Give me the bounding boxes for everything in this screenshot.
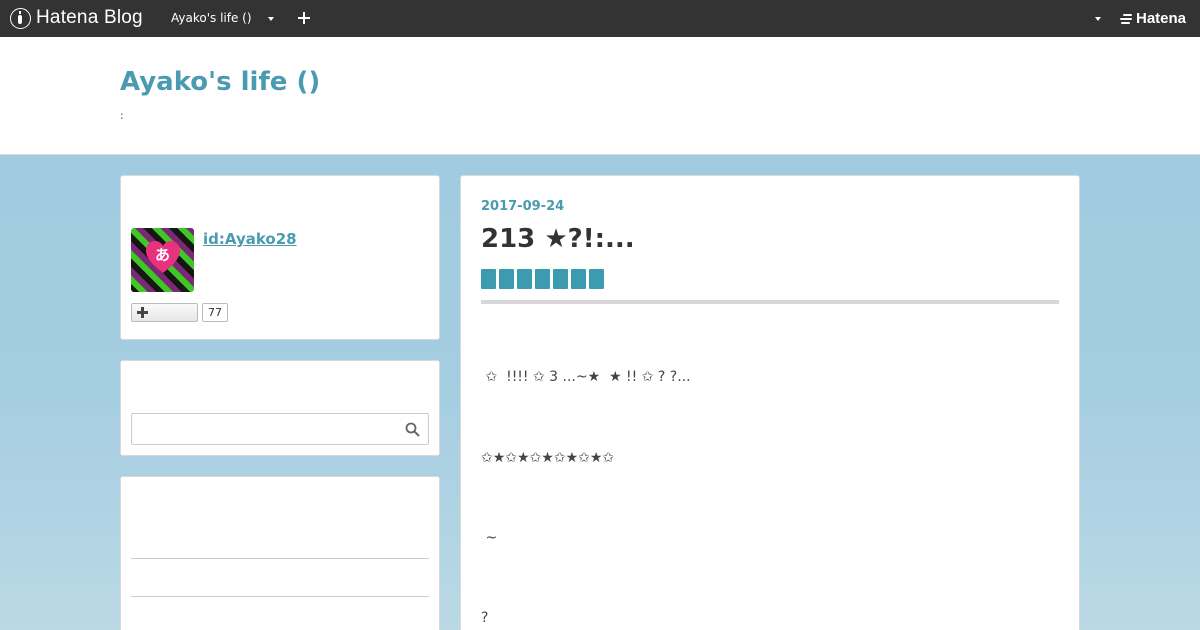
blog-switcher-name[interactable]: Ayako's life () (171, 11, 252, 25)
hatena-blog-logo-text: Hatena Blog (36, 7, 143, 28)
entry-title[interactable]: 213 ★?!:... (481, 224, 635, 254)
hatena-logo-text: Hatena (1136, 10, 1187, 27)
hatena-logo[interactable]: Hatena (1118, 10, 1186, 27)
entry-header-divider (481, 300, 1059, 304)
category-chip[interactable] (481, 269, 496, 289)
category-chip[interactable] (499, 269, 514, 289)
blog-description: : (120, 109, 124, 122)
hatena-blog-logo-icon (10, 7, 31, 29)
entry-text-line: ? (481, 610, 489, 626)
follower-count: 77 (202, 303, 228, 322)
avatar[interactable]: あ (131, 228, 194, 292)
category-chip[interactable] (535, 269, 550, 289)
hatena-blog-logo[interactable]: Hatena Blog (10, 7, 143, 29)
category-chip[interactable] (553, 269, 568, 289)
search-module (120, 360, 440, 456)
blog-switcher-chevron-down-icon[interactable] (268, 17, 274, 21)
entry-text-line: ✩ !!!! ✩ 3 ...~★ ★ !! ✩ ? ?... (481, 369, 691, 385)
user-menu-chevron-down-icon[interactable] (1095, 17, 1101, 21)
follow-button[interactable] (131, 303, 198, 322)
entry-date[interactable]: 2017-09-24 (481, 199, 564, 214)
profile-id-link[interactable]: id:Ayako28 (203, 230, 297, 248)
search-icon[interactable] (405, 422, 420, 437)
sidebar-links-module (120, 476, 440, 630)
blog-header: Ayako's life () : (0, 37, 1200, 155)
category-chip[interactable] (589, 269, 604, 289)
divider (131, 596, 429, 597)
entry-categories (481, 269, 604, 289)
hatena-logo-icon (1118, 12, 1134, 26)
new-post-plus-icon[interactable] (298, 12, 310, 24)
profile-module: あ id:Ayako28 77 (120, 175, 440, 340)
plus-icon (137, 307, 148, 318)
avatar-character: あ (154, 246, 170, 264)
category-chip[interactable] (571, 269, 586, 289)
entry-article: 2017-09-24 213 ★?!:... ✩ !!!! ✩ 3 ...~★ … (460, 175, 1080, 630)
search-input[interactable] (131, 413, 429, 445)
blog-title[interactable]: Ayako's life () (120, 67, 320, 97)
divider (131, 558, 429, 559)
category-chip[interactable] (517, 269, 532, 289)
global-header: Hatena Blog Ayako's life () Hatena (0, 0, 1200, 37)
entry-text-line: ~ (481, 530, 498, 546)
entry-text-line: ✩★✩★✩★✩★✩★✩ (481, 450, 615, 466)
